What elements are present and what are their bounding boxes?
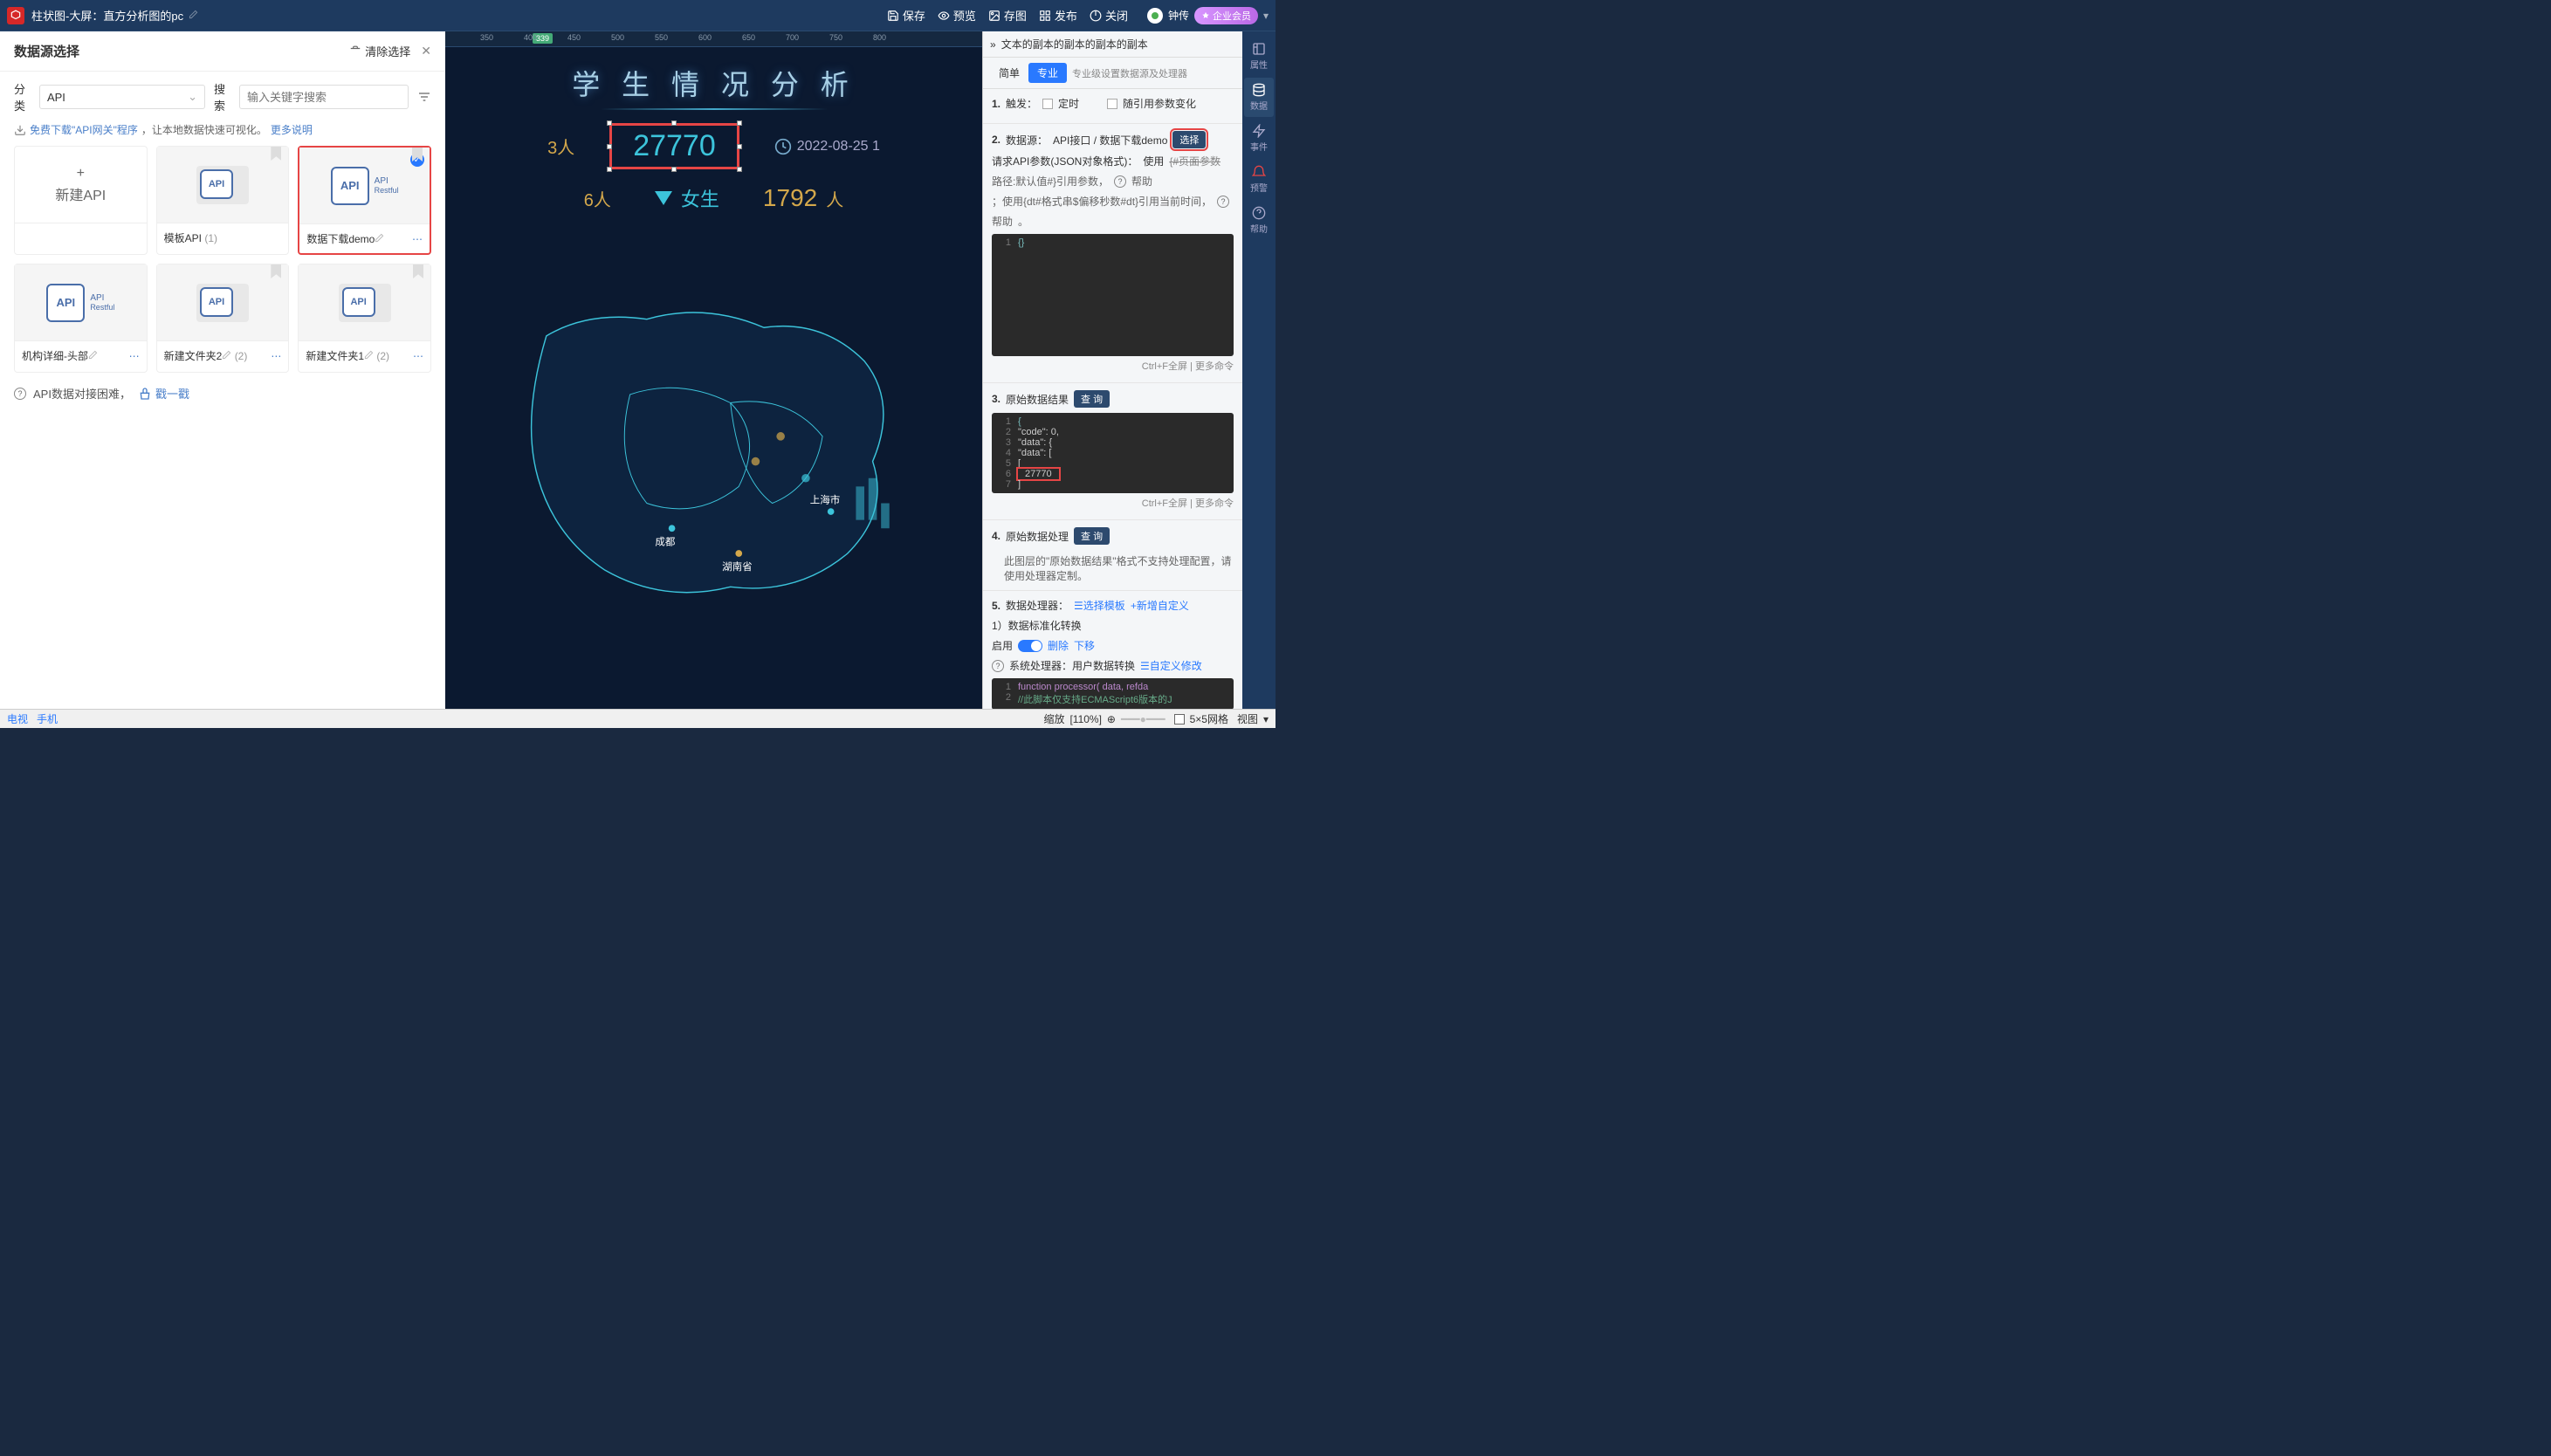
processor-editor[interactable]: 1function processor( data, refda 2//此脚本仅… bbox=[992, 678, 1234, 709]
editor-footer[interactable]: Ctrl+F全屏 | 更多命令 bbox=[992, 493, 1234, 512]
edit-title-icon[interactable] bbox=[189, 9, 198, 22]
chevron-down-icon[interactable]: ▾ bbox=[1263, 10, 1269, 22]
raw-result-viewer[interactable]: 1{ 2 "code": 0, 3 "data": { 4 "data": [ … bbox=[992, 413, 1234, 493]
mode-pro-tab[interactable]: 专业 bbox=[1028, 63, 1067, 83]
search-input[interactable] bbox=[239, 85, 409, 109]
category-select[interactable]: API ⌄ bbox=[39, 85, 205, 109]
page-title: 柱状图-大屏： 直方分析图的pc bbox=[31, 7, 198, 24]
zoom-reset-icon[interactable]: ⊕ bbox=[1107, 713, 1116, 725]
edit-icon[interactable] bbox=[222, 350, 231, 360]
triangle-icon bbox=[655, 191, 672, 205]
new-api-card[interactable]: + 新建API bbox=[14, 146, 148, 255]
chevron-down-icon: ⌄ bbox=[188, 90, 197, 104]
view-menu[interactable]: 视图 bbox=[1237, 711, 1258, 726]
choose-datasource-button[interactable]: 选择 bbox=[1172, 131, 1206, 148]
top-toolbar: 柱状图-大屏： 直方分析图的pc 保存 预览 存图 发布 关闭 钟传 企业会员 … bbox=[0, 0, 1276, 31]
grid-toggle[interactable]: 5×5网格 bbox=[1174, 711, 1228, 726]
card-more-icon[interactable]: ⋯ bbox=[129, 350, 140, 362]
help-icon[interactable]: ? bbox=[992, 660, 1004, 672]
section-processor: 5. 数据处理器： ☰选择模板 +新增自定义 1）数据标准化转换 启用 删除 下… bbox=[983, 591, 1242, 709]
section-trigger: 1. 触发： 定时 随引用参数变化 bbox=[983, 89, 1242, 124]
device-mobile[interactable]: 手机 bbox=[37, 711, 58, 726]
help-icon[interactable]: ? bbox=[1217, 196, 1229, 208]
china-map[interactable]: 成都 湖南省 上海市 bbox=[463, 206, 965, 700]
toolbar-actions: 保存 预览 存图 发布 关闭 钟传 企业会员 ▾ bbox=[887, 7, 1269, 24]
sort-button[interactable] bbox=[417, 87, 431, 106]
org-detail-card[interactable]: API APIRestful 机构详细-头部 ⋯ bbox=[14, 264, 148, 373]
edit-icon[interactable] bbox=[88, 350, 98, 360]
breadcrumb: 文本的副本的副本的副本的副本 bbox=[1001, 37, 1148, 52]
section-raw-result: 3. 原始数据结果 查 询 1{ 2 "code": 0, 3 "data": … bbox=[983, 383, 1242, 520]
editor-footer[interactable]: Ctrl+F全屏 | 更多命令 bbox=[992, 356, 1234, 375]
add-custom-link[interactable]: +新增自定义 bbox=[1131, 598, 1189, 613]
collapse-panel-icon[interactable]: » bbox=[990, 38, 996, 51]
download-tip: 免费下载"API网关"程序 ，让本地数据快速可视化。 更多说明 bbox=[0, 122, 445, 146]
status-bar: 电视 手机 缩放 [110%] ⊕ ━━━●━━━ 5×5网格 视图 ▾ bbox=[0, 709, 1276, 728]
save-button[interactable]: 保存 bbox=[887, 7, 925, 24]
api-params-editor[interactable]: 1{} bbox=[992, 234, 1234, 356]
tab-data[interactable]: 数据 bbox=[1244, 78, 1274, 117]
custom-edit-link[interactable]: ☰自定义修改 bbox=[1140, 658, 1202, 673]
edit-icon[interactable] bbox=[375, 233, 384, 243]
selected-text-element[interactable]: 27770 bbox=[609, 123, 739, 169]
panel-title: 数据源选择 bbox=[14, 42, 79, 60]
tab-help[interactable]: 帮助 bbox=[1244, 201, 1274, 240]
member-badge: 企业会员 bbox=[1194, 7, 1258, 24]
publish-button[interactable]: 发布 bbox=[1039, 7, 1077, 24]
date-display: 2022-08-25 1 bbox=[774, 138, 880, 155]
device-tv[interactable]: 电视 bbox=[7, 711, 28, 726]
stat-unit: 3人 bbox=[547, 134, 574, 159]
map-label-chengdu: 成都 bbox=[655, 536, 675, 547]
delete-link[interactable]: 删除 bbox=[1048, 638, 1069, 653]
poke-button[interactable]: 戳一戳 bbox=[138, 385, 189, 402]
section-datasource: 2. 数据源： API接口 / 数据下载demo 选择 请求API参数(JSON… bbox=[983, 124, 1242, 383]
card-more-icon[interactable]: ⋯ bbox=[412, 233, 423, 245]
design-canvas[interactable]: 339 350400450500550600650700750800 学 生 情… bbox=[445, 31, 982, 709]
download-gateway-link[interactable]: 免费下载"API网关"程序 bbox=[30, 122, 138, 137]
user-badge[interactable]: 钟传 企业会员 ▾ bbox=[1147, 7, 1269, 24]
mode-simple-tab[interactable]: 简单 bbox=[990, 63, 1028, 83]
category-label: 分类 bbox=[14, 80, 31, 113]
data-download-demo-card[interactable]: ✓ API APIRestful 数据下载demo ⋯ bbox=[298, 146, 431, 255]
section-raw-process: 4. 原始数据处理 查 询 此图层的"原始数据结果"格式不支持处理配置，请使用处… bbox=[983, 520, 1242, 591]
tab-alert[interactable]: 预警 bbox=[1244, 160, 1274, 199]
close-button[interactable]: 关闭 bbox=[1090, 7, 1128, 24]
edit-icon[interactable] bbox=[364, 350, 374, 360]
tab-events[interactable]: 事件 bbox=[1244, 119, 1274, 158]
zoom-control[interactable]: 缩放 [110%] ⊕ ━━━●━━━ bbox=[1043, 711, 1165, 726]
tab-attributes[interactable]: 属性 bbox=[1244, 37, 1274, 76]
query-button[interactable]: 查 询 bbox=[1074, 527, 1110, 545]
card-more-icon[interactable]: ⋯ bbox=[413, 350, 423, 362]
horizontal-ruler: 339 350400450500550600650700750800 bbox=[445, 31, 982, 47]
enable-toggle[interactable] bbox=[1018, 640, 1042, 652]
highlighted-value: 27770 bbox=[1018, 469, 1059, 479]
query-button[interactable]: 查 询 bbox=[1074, 390, 1110, 408]
search-label: 搜索 bbox=[214, 80, 230, 113]
card-more-icon[interactable]: ⋯ bbox=[271, 350, 281, 362]
export-image-button[interactable]: 存图 bbox=[988, 7, 1027, 24]
folder-2-card[interactable]: API 新建文件夹2 (2) ⋯ bbox=[156, 264, 290, 373]
dashboard-title: 学 生 情 况 分 析 bbox=[445, 63, 982, 103]
folder-1-card[interactable]: API 新建文件夹1 (2) ⋯ bbox=[298, 264, 431, 373]
more-info-link[interactable]: 更多说明 bbox=[271, 122, 313, 137]
map-label-shanghai: 上海市 bbox=[810, 494, 841, 506]
move-down-link[interactable]: 下移 bbox=[1074, 638, 1095, 653]
param-change-checkbox[interactable] bbox=[1107, 99, 1117, 109]
map-label-hunan: 湖南省 bbox=[722, 560, 753, 573]
preview-button[interactable]: 预览 bbox=[938, 7, 976, 24]
side-tab-strip: 属性 数据 事件 预警 帮助 bbox=[1242, 31, 1276, 709]
avatar bbox=[1147, 8, 1163, 24]
property-panel: » 文本的副本的副本的副本的副本 简单 专业 专业级设置数据源及处理器 1. 触… bbox=[982, 31, 1242, 709]
select-template-link[interactable]: ☰选择模板 bbox=[1074, 598, 1125, 613]
timer-checkbox[interactable] bbox=[1042, 99, 1053, 109]
help-icon[interactable]: ? bbox=[1114, 175, 1126, 188]
app-logo bbox=[7, 7, 24, 24]
clock-icon bbox=[774, 138, 792, 155]
help-icon[interactable]: ? bbox=[14, 388, 26, 400]
close-panel-icon[interactable]: ✕ bbox=[421, 44, 431, 58]
template-api-card[interactable]: API 模板API (1) bbox=[156, 146, 290, 255]
datasource-panel: 数据源选择 清除选择 ✕ 分类 API ⌄ 搜索 免费下载"API网 bbox=[0, 31, 445, 709]
clear-selection-button[interactable]: 清除选择 bbox=[349, 43, 410, 59]
